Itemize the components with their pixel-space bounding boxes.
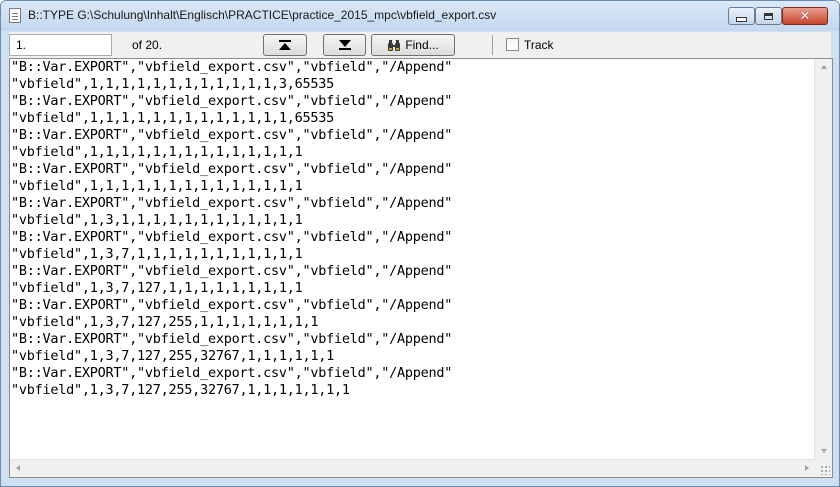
line-count-label: of 20. (132, 38, 163, 52)
file-line: "vbfield",1,1,1,1,1,1,1,1,1,1,1,1,1,1 (11, 178, 303, 194)
goto-top-button[interactable] (263, 34, 307, 56)
scroll-left-icon[interactable] (16, 465, 20, 471)
track-label: Track (524, 38, 554, 52)
maximize-icon (764, 12, 773, 20)
toolbar: of 20. Find... (9, 32, 831, 58)
scroll-down-icon[interactable] (821, 449, 827, 453)
file-line: "B::Var.EXPORT","vbfield_export.csv","vb… (11, 161, 453, 177)
file-line: "vbfield",1,3,7,127,1,1,1,1,1,1,1,1,1 (11, 280, 303, 296)
file-line: "vbfield",1,1,1,1,1,1,1,1,1,1,1,1,1,6553… (11, 110, 334, 126)
resize-grip-icon[interactable] (820, 465, 830, 475)
file-line: "vbfield",1,1,1,1,1,1,1,1,1,1,1,1,3,6553… (11, 76, 334, 92)
file-line: "B::Var.EXPORT","vbfield_export.csv","vb… (11, 127, 453, 143)
file-line: "B::Var.EXPORT","vbfield_export.csv","vb… (11, 365, 453, 381)
file-line: "vbfield",1,1,1,1,1,1,1,1,1,1,1,1,1,1 (11, 144, 303, 160)
title-bar[interactable]: B::TYPE G:\Schulung\Inhalt\Englisch\PRAC… (1, 1, 839, 31)
document-icon (9, 8, 21, 23)
file-line: "B::Var.EXPORT","vbfield_export.csv","vb… (11, 59, 453, 75)
scroll-right-icon[interactable] (805, 465, 809, 471)
window-title: B::TYPE G:\Schulung\Inhalt\Englisch\PRAC… (28, 8, 497, 22)
scroll-up-icon[interactable] (821, 65, 827, 69)
file-line: "B::Var.EXPORT","vbfield_export.csv","vb… (11, 93, 453, 109)
minimize-button[interactable] (728, 7, 755, 25)
maximize-button[interactable] (755, 7, 782, 25)
file-content[interactable]: "B::Var.EXPORT","vbfield_export.csv","vb… (11, 59, 816, 459)
find-label: Find... (405, 38, 439, 52)
toolbar-divider (492, 35, 493, 55)
type-window: B::TYPE G:\Schulung\Inhalt\Englisch\PRAC… (0, 0, 840, 487)
file-line: "vbfield",1,3,7,127,255,32767,1,1,1,1,1,… (11, 382, 350, 398)
file-line: "vbfield",1,3,7,1,1,1,1,1,1,1,1,1,1,1 (11, 246, 303, 262)
goto-bottom-icon (338, 40, 351, 50)
file-line: "B::Var.EXPORT","vbfield_export.csv","vb… (11, 263, 453, 279)
binoculars-icon (388, 39, 401, 51)
scrollbar-corner (815, 460, 832, 477)
file-view: "B::Var.EXPORT","vbfield_export.csv","vb… (9, 58, 833, 478)
find-button[interactable]: Find... (371, 34, 455, 56)
goto-bottom-button[interactable] (323, 34, 366, 56)
file-line: "B::Var.EXPORT","vbfield_export.csv","vb… (11, 229, 453, 245)
close-button[interactable]: ✕ (782, 7, 828, 25)
line-number-input[interactable] (9, 34, 112, 56)
minimize-icon (736, 16, 747, 22)
file-line: "vbfield",1,3,7,127,255,1,1,1,1,1,1,1,1 (11, 314, 319, 330)
file-line: "B::Var.EXPORT","vbfield_export.csv","vb… (11, 195, 453, 211)
file-line: "vbfield",1,3,7,127,255,32767,1,1,1,1,1,… (11, 348, 334, 364)
file-line: "vbfield",1,3,1,1,1,1,1,1,1,1,1,1,1,1 (11, 212, 303, 228)
goto-top-icon (279, 40, 291, 50)
track-checkbox[interactable] (506, 38, 519, 51)
close-icon: ✕ (799, 8, 811, 24)
vertical-scrollbar[interactable] (814, 59, 832, 460)
horizontal-scrollbar[interactable] (10, 459, 815, 477)
file-line: "B::Var.EXPORT","vbfield_export.csv","vb… (11, 297, 453, 313)
file-line: "B::Var.EXPORT","vbfield_export.csv","vb… (11, 331, 453, 347)
